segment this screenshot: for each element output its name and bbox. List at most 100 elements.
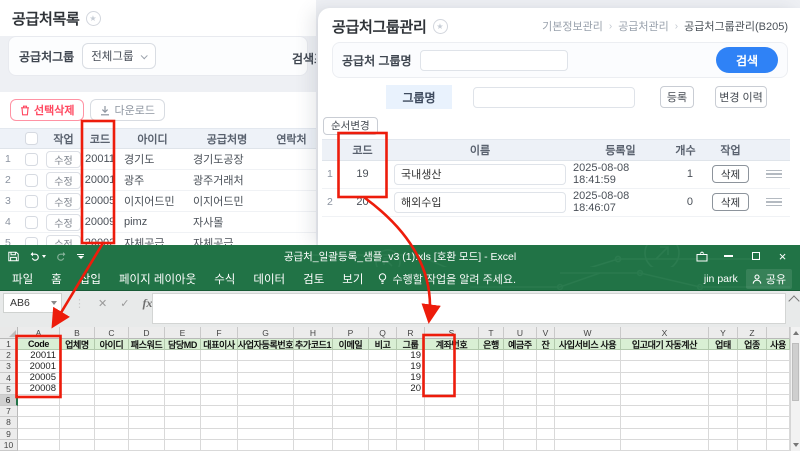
ribbon-display-options-icon[interactable] xyxy=(688,245,715,267)
excel-cell[interactable] xyxy=(369,384,397,395)
excel-cell[interactable] xyxy=(95,429,129,440)
excel-cell[interactable] xyxy=(621,395,709,406)
excel-cell[interactable] xyxy=(537,361,555,372)
excel-cell[interactable] xyxy=(369,429,397,440)
excel-cell[interactable] xyxy=(555,395,621,406)
undo-button[interactable] xyxy=(29,251,46,261)
excel-cell[interactable] xyxy=(129,395,165,406)
excel-cell[interactable] xyxy=(369,395,397,406)
excel-cell[interactable]: 20001 xyxy=(18,361,60,372)
excel-cell[interactable] xyxy=(397,440,425,451)
excel-cell[interactable] xyxy=(18,406,60,417)
excel-cell[interactable] xyxy=(709,361,738,372)
excel-cell[interactable] xyxy=(18,429,60,440)
excel-cell[interactable] xyxy=(709,395,738,406)
excel-cell[interactable] xyxy=(621,350,709,361)
breadcrumb-item[interactable]: 기본정보관리 xyxy=(542,18,603,34)
excel-cell[interactable] xyxy=(60,429,95,440)
row-checkbox[interactable] xyxy=(25,174,38,187)
excel-cell[interactable]: 사업자등록번호 xyxy=(238,339,294,350)
excel-cell[interactable] xyxy=(555,350,621,361)
excel-cell[interactable] xyxy=(425,350,479,361)
group-filter-select[interactable]: 전체그룹 xyxy=(82,43,156,69)
excel-cell[interactable] xyxy=(333,361,369,372)
tab-5[interactable]: 데이터 xyxy=(244,267,294,290)
excel-column-header[interactable]: P xyxy=(333,327,369,339)
excel-cell[interactable] xyxy=(767,406,790,417)
row-checkbox[interactable] xyxy=(25,216,38,229)
excel-cell[interactable] xyxy=(238,417,294,428)
excel-cell[interactable] xyxy=(425,395,479,406)
excel-cell[interactable]: 은행 xyxy=(479,339,504,350)
excel-cell[interactable]: 입고대기 자동계산 xyxy=(621,339,709,350)
excel-cell[interactable] xyxy=(201,429,238,440)
excel-cell[interactable] xyxy=(333,417,369,428)
excel-cell[interactable] xyxy=(504,406,537,417)
excel-cell[interactable] xyxy=(621,384,709,395)
formula-input[interactable] xyxy=(152,293,786,324)
excel-cell[interactable]: 19 xyxy=(397,361,425,372)
tab-file[interactable]: 파일 xyxy=(3,267,42,290)
excel-cell[interactable] xyxy=(294,373,333,384)
excel-column-header[interactable]: R xyxy=(397,327,425,339)
download-button[interactable]: 다운로드 xyxy=(90,99,164,121)
excel-column-header[interactable]: T xyxy=(479,327,504,339)
excel-cell[interactable] xyxy=(479,350,504,361)
excel-cell[interactable] xyxy=(333,373,369,384)
excel-row-header[interactable]: 7 xyxy=(0,406,18,417)
drag-handle-icon[interactable] xyxy=(766,170,782,179)
excel-cell[interactable] xyxy=(129,429,165,440)
excel-cell[interactable] xyxy=(767,361,790,372)
excel-cell[interactable] xyxy=(621,373,709,384)
excel-cell[interactable] xyxy=(397,395,425,406)
star-circle-icon[interactable]: ★ xyxy=(86,11,101,26)
group-table-row[interactable]: 1192025-08-08 18:41:591삭제 xyxy=(322,161,790,189)
excel-cell[interactable]: 업태 xyxy=(709,339,738,350)
excel-cell[interactable] xyxy=(333,440,369,451)
excel-cell[interactable] xyxy=(60,417,95,428)
name-box[interactable]: AB6 xyxy=(3,293,62,313)
excel-cell[interactable] xyxy=(738,417,767,428)
excel-column-header[interactable]: Y xyxy=(709,327,738,339)
excel-cell[interactable] xyxy=(767,350,790,361)
vertical-scrollbar[interactable] xyxy=(790,327,800,451)
excel-row-header[interactable]: 9 xyxy=(0,429,18,440)
minimize-button[interactable] xyxy=(715,245,742,267)
excel-cell[interactable] xyxy=(537,384,555,395)
excel-cell[interactable] xyxy=(369,440,397,451)
excel-cell[interactable]: 잔 xyxy=(537,339,555,350)
select-all-corner[interactable] xyxy=(0,327,18,339)
excel-cell[interactable] xyxy=(238,406,294,417)
excel-cell[interactable]: 이메일 xyxy=(333,339,369,350)
excel-cell[interactable] xyxy=(709,384,738,395)
excel-cell[interactable] xyxy=(709,373,738,384)
excel-cell[interactable]: 19 xyxy=(397,350,425,361)
excel-cell[interactable] xyxy=(425,384,479,395)
group-table-row[interactable]: 2202025-08-08 18:46:070삭제 xyxy=(322,189,790,217)
excel-cell[interactable]: 비고 xyxy=(369,339,397,350)
excel-cell[interactable] xyxy=(767,440,790,451)
excel-cell[interactable] xyxy=(555,406,621,417)
excel-cell[interactable] xyxy=(294,417,333,428)
table-row[interactable]: 2수정20001광주광주거래처 xyxy=(0,170,316,191)
excel-cell[interactable] xyxy=(129,440,165,451)
excel-column-header[interactable]: S xyxy=(425,327,479,339)
excel-cell[interactable] xyxy=(709,406,738,417)
excel-cell[interactable]: 사입서비스 사용 xyxy=(555,339,621,350)
star-circle-icon[interactable]: ★ xyxy=(433,19,448,34)
excel-column-header[interactable]: E xyxy=(165,327,201,339)
excel-cell[interactable] xyxy=(397,406,425,417)
excel-cell[interactable] xyxy=(504,361,537,372)
tab-2[interactable]: 삽입 xyxy=(71,267,110,290)
excel-cell[interactable] xyxy=(333,429,369,440)
excel-cell[interactable] xyxy=(60,384,95,395)
tab-3[interactable]: 페이지 레이아웃 xyxy=(110,267,205,290)
edit-button[interactable]: 수정 xyxy=(46,193,80,210)
excel-cell[interactable] xyxy=(504,417,537,428)
excel-cell[interactable] xyxy=(95,373,129,384)
excel-cell[interactable] xyxy=(425,429,479,440)
excel-cell[interactable] xyxy=(767,429,790,440)
excel-cell[interactable] xyxy=(555,429,621,440)
excel-cell[interactable] xyxy=(479,395,504,406)
excel-cell[interactable] xyxy=(738,350,767,361)
